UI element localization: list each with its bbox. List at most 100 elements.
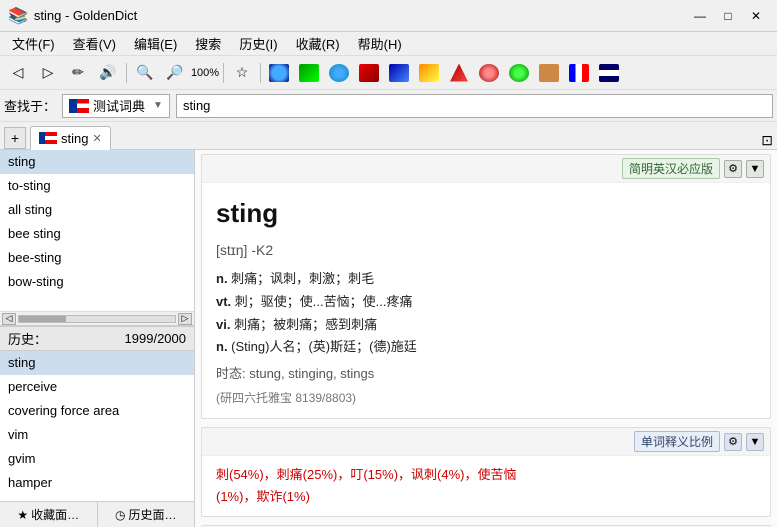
dict-flag-icon <box>69 99 89 113</box>
dict-icon-9[interactable] <box>505 60 533 86</box>
history-panel-icon: ◷ <box>115 508 125 522</box>
history-panel-button[interactable]: ◷ 历史面… <box>98 502 195 527</box>
word-list-scrollbar[interactable]: ◁ ▷ <box>0 312 194 326</box>
toolbar-sep-2 <box>223 63 224 83</box>
definition-n1: n. 刺痛；讽刺，刺激；刺毛 <box>216 269 756 290</box>
list-item[interactable]: bee-sting <box>0 246 194 270</box>
menu-bar: 文件(F) 查看(V) 编辑(E) 搜索 历史(I) 收藏(R) 帮助(H) <box>0 32 777 56</box>
history-label: 历史： <box>8 329 47 348</box>
history-item[interactable]: covering force area <box>0 399 194 423</box>
dict-section-2: 单词释义比例 ⚙ ▼ 刺(54%)，刺痛(25%)，叮(15%)，讽刺(4%)，… <box>201 427 771 517</box>
dict-icon-11[interactable] <box>565 60 593 86</box>
add-tab-button[interactable]: + <box>4 127 26 149</box>
dict-icon-4[interactable] <box>355 60 383 86</box>
word-list[interactable]: sting to-sting all sting bee sting bee-s… <box>0 150 194 312</box>
menu-file[interactable]: 文件(F) <box>4 33 63 55</box>
menu-search[interactable]: 搜索 <box>187 33 229 55</box>
dict-badge-btn-2[interactable]: ⚙ <box>724 433 742 451</box>
history-count: 1999/2000 <box>125 331 186 346</box>
tab-label: sting <box>61 131 88 146</box>
dict-icon-10[interactable] <box>535 60 563 86</box>
dict-content-1: sting [stɪŋ] -K2 n. 刺痛；讽刺，刺激；刺毛 vt. 刺；驱使… <box>202 183 770 418</box>
dict-badge-btn-1[interactable]: ⚙ <box>724 160 742 178</box>
dict-collapse-btn-2[interactable]: ▼ <box>746 433 764 451</box>
menu-favorites[interactable]: 收藏(R) <box>288 33 348 55</box>
tab-bar: + sting ✕ ⊡ <box>0 122 777 150</box>
search-label: 查找于： <box>4 96 56 115</box>
scroll-right-arrow[interactable]: ▷ <box>178 313 192 325</box>
close-button[interactable]: ✕ <box>743 6 769 26</box>
maximize-button[interactable]: □ <box>715 6 741 26</box>
list-item[interactable]: bee sting <box>0 222 194 246</box>
dict-icon-8[interactable] <box>475 60 503 86</box>
history-item[interactable]: hamper <box>0 471 194 495</box>
history-item[interactable]: perceive <box>0 375 194 399</box>
dict-name-badge-1: 简明英汉必应版 <box>622 158 720 179</box>
tab-sting[interactable]: sting ✕ <box>30 126 111 150</box>
scrollbar-thumb[interactable] <box>19 316 66 322</box>
back-button[interactable]: ◁ <box>4 60 32 86</box>
usage-red-1: 刺(54%)，刺痛(25%)，叮(15%)，讽刺(4%)，使苦恼 <box>216 467 516 482</box>
toolbar-sep-3 <box>260 63 261 83</box>
window-controls: — □ ✕ <box>687 6 769 26</box>
toolbar-sep-1 <box>126 63 127 83</box>
left-panel: sting to-sting all sting bee sting bee-s… <box>0 150 195 527</box>
definition-vi: vi. 刺痛；被刺痛；感到刺痛 <box>216 315 756 336</box>
content-panel[interactable]: 简明英汉必应版 ⚙ ▼ sting [stɪŋ] -K2 n. 刺痛；讽刺，刺激… <box>195 150 777 527</box>
scrollbar-track[interactable] <box>18 315 176 323</box>
tense-line: 时态: stung, stinging, stings <box>216 364 756 385</box>
dict-name: 测试词典 <box>93 96 145 115</box>
favorites-panel-button[interactable]: ★ 收藏面… <box>0 502 98 527</box>
tab-close-icon[interactable]: ✕ <box>92 132 101 145</box>
list-item[interactable]: all sting <box>0 198 194 222</box>
speaker-button[interactable]: 🔊 <box>94 60 122 86</box>
zoom-out-button[interactable]: 🔎 <box>161 60 189 86</box>
dict-header-1: 简明英汉必应版 ⚙ ▼ <box>202 155 770 183</box>
scroll-left-arrow[interactable]: ◁ <box>2 313 16 325</box>
usage-red-2: (1%)，欺诈(1%) <box>216 489 310 504</box>
dict-icon-1[interactable] <box>265 60 293 86</box>
search-input-wrapper <box>176 94 773 118</box>
tab-maximize-icon[interactable]: ⊡ <box>761 132 773 149</box>
window-title: sting - GoldenDict <box>34 8 137 23</box>
history-panel-label: 历史面… <box>128 506 176 523</box>
list-item[interactable]: sting <box>0 150 194 174</box>
zoom-reset-button[interactable]: 100% <box>191 60 219 86</box>
dict-header-2: 单词释义比例 ⚙ ▼ <box>202 428 770 456</box>
menu-edit[interactable]: 编辑(E) <box>126 33 185 55</box>
dict-selector[interactable]: 测试词典 ▼ <box>62 94 170 118</box>
star-button[interactable]: ☆ <box>228 60 256 86</box>
menu-view[interactable]: 查看(V) <box>65 33 124 55</box>
dict-icon-6[interactable] <box>415 60 443 86</box>
history-section: 历史： 1999/2000 sting perceive covering fo… <box>0 326 194 501</box>
history-item[interactable]: gvim <box>0 447 194 471</box>
zoom-in-button[interactable]: 🔍 <box>131 60 159 86</box>
dict-icon-5[interactable] <box>385 60 413 86</box>
minimize-button[interactable]: — <box>687 6 713 26</box>
list-item[interactable]: bow-sting <box>0 270 194 294</box>
history-header: 历史： 1999/2000 <box>0 327 194 351</box>
dict-dropdown-arrow: ▼ <box>153 100 163 111</box>
history-item[interactable]: vim <box>0 423 194 447</box>
history-list[interactable]: sting perceive covering force area vim g… <box>0 351 194 501</box>
favorites-label: 收藏面… <box>31 506 79 523</box>
dict-collapse-btn-1[interactable]: ▼ <box>746 160 764 178</box>
menu-help[interactable]: 帮助(H) <box>350 33 410 55</box>
forward-button[interactable]: ▷ <box>34 60 62 86</box>
title-left: 📚 sting - GoldenDict <box>8 6 137 26</box>
edit-button[interactable]: ✏ <box>64 60 92 86</box>
favorites-icon: ★ <box>17 508 28 522</box>
app-icon: 📚 <box>8 6 28 26</box>
headword: sting <box>216 193 756 235</box>
bottom-buttons: ★ 收藏面… ◷ 历史面… <box>0 501 194 527</box>
menu-history[interactable]: 历史(I) <box>231 33 285 55</box>
search-input[interactable] <box>176 94 773 118</box>
dict-icon-12[interactable] <box>595 60 623 86</box>
title-bar: 📚 sting - GoldenDict — □ ✕ <box>0 0 777 32</box>
list-item[interactable]: to-sting <box>0 174 194 198</box>
dict-icon-2[interactable] <box>295 60 323 86</box>
dict-icon-3[interactable] <box>325 60 353 86</box>
main-area: sting to-sting all sting bee sting bee-s… <box>0 150 777 527</box>
dict-icon-7[interactable] <box>445 60 473 86</box>
history-item[interactable]: sting <box>0 351 194 375</box>
